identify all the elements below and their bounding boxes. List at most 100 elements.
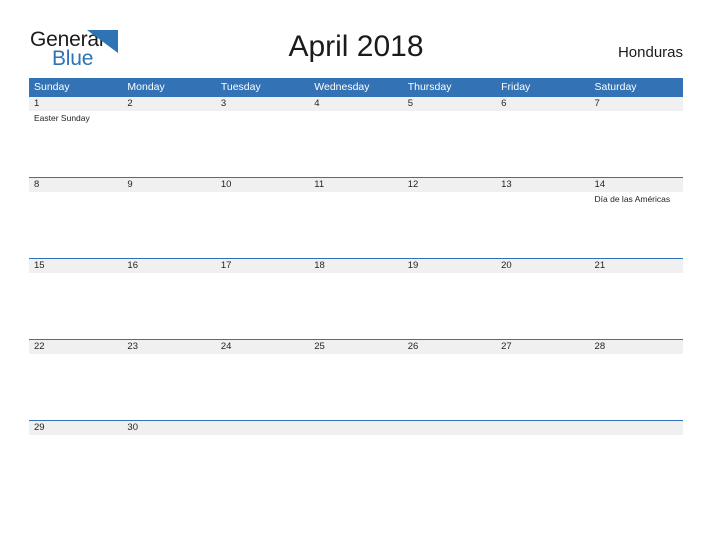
day-number[interactable]: 23 (122, 340, 215, 354)
day-events[interactable] (122, 192, 215, 258)
day-events[interactable] (29, 435, 122, 501)
day-events[interactable] (590, 354, 683, 420)
calendar-week-row: 1 2 3 4 5 6 7 Easter Sunday (29, 96, 683, 177)
day-number[interactable]: 16 (122, 259, 215, 273)
day-number[interactable]: 30 (122, 421, 215, 435)
day-number[interactable]: 14 (590, 178, 683, 192)
day-number[interactable]: 1 (29, 97, 122, 111)
week-event-band (29, 435, 683, 501)
calendar-page: General Blue April 2018 Honduras Sunday … (0, 0, 712, 550)
week-date-band: 29 30 (29, 421, 683, 435)
day-header-wednesday: Wednesday (314, 81, 370, 93)
day-events[interactable] (216, 435, 309, 501)
page-title: April 2018 (288, 30, 424, 63)
day-events[interactable] (216, 111, 309, 177)
day-events[interactable] (590, 273, 683, 339)
day-number[interactable]: 3 (216, 97, 309, 111)
day-events[interactable] (496, 273, 589, 339)
week-date-band: 8 9 10 11 12 13 14 (29, 178, 683, 192)
day-number[interactable]: 19 (403, 259, 496, 273)
day-number[interactable]: 5 (403, 97, 496, 111)
day-events[interactable] (309, 192, 402, 258)
day-events[interactable] (403, 354, 496, 420)
day-events[interactable] (29, 192, 122, 258)
day-events[interactable] (309, 273, 402, 339)
day-number[interactable]: 29 (29, 421, 122, 435)
day-number[interactable]: 9 (122, 178, 215, 192)
day-number[interactable]: 13 (496, 178, 589, 192)
day-header-tuesday: Tuesday (220, 81, 261, 93)
week-date-band: 22 23 24 25 26 27 28 (29, 340, 683, 354)
week-event-band: Easter Sunday (29, 111, 683, 177)
day-events[interactable] (122, 273, 215, 339)
day-number[interactable]: 12 (403, 178, 496, 192)
day-number[interactable]: 27 (496, 340, 589, 354)
country-label: Honduras (617, 44, 683, 61)
day-header-thursday: Thursday (407, 81, 452, 93)
day-number[interactable]: 17 (216, 259, 309, 273)
day-number[interactable]: 4 (309, 97, 402, 111)
day-events[interactable] (122, 435, 215, 501)
day-events[interactable] (590, 435, 683, 501)
page-header: General Blue April 2018 Honduras (0, 0, 712, 78)
day-events[interactable] (403, 435, 496, 501)
day-events[interactable] (29, 354, 122, 420)
week-date-band: 1 2 3 4 5 6 7 (29, 97, 683, 111)
day-number[interactable]: 11 (309, 178, 402, 192)
day-events[interactable] (403, 192, 496, 258)
calendar-week-row: 15 16 17 18 19 20 21 (29, 258, 683, 339)
day-number[interactable]: 28 (590, 340, 683, 354)
day-number[interactable] (309, 421, 402, 435)
day-number[interactable]: 25 (309, 340, 402, 354)
week-date-band: 15 16 17 18 19 20 21 (29, 259, 683, 273)
day-events[interactable]: Easter Sunday (29, 111, 122, 177)
day-events[interactable] (309, 435, 402, 501)
day-number[interactable]: 20 (496, 259, 589, 273)
day-number[interactable]: 6 (496, 97, 589, 111)
calendar-week-row: 8 9 10 11 12 13 14 Día de las Américas (29, 177, 683, 258)
day-events[interactable] (122, 111, 215, 177)
day-header-friday: Friday (501, 81, 531, 93)
calendar-week-row: 22 23 24 25 26 27 28 (29, 339, 683, 420)
day-of-week-header-row: Sunday Monday Tuesday Wednesday Thursday… (29, 78, 683, 96)
calendar-week-row: 29 30 (29, 420, 683, 501)
day-header-monday: Monday (127, 81, 165, 93)
day-events[interactable] (309, 354, 402, 420)
day-number[interactable]: 7 (590, 97, 683, 111)
day-events[interactable] (216, 273, 309, 339)
day-number[interactable]: 22 (29, 340, 122, 354)
day-number[interactable]: 8 (29, 178, 122, 192)
day-events[interactable] (496, 111, 589, 177)
day-number[interactable]: 10 (216, 178, 309, 192)
day-number[interactable]: 24 (216, 340, 309, 354)
day-number[interactable]: 26 (403, 340, 496, 354)
day-events[interactable] (122, 354, 215, 420)
day-events[interactable] (309, 111, 402, 177)
calendar-grid: Sunday Monday Tuesday Wednesday Thursday… (29, 78, 683, 501)
event-label: Easter Sunday (34, 113, 90, 123)
day-events[interactable] (29, 273, 122, 339)
day-events[interactable] (403, 111, 496, 177)
day-number[interactable]: 15 (29, 259, 122, 273)
event-label: Día de las Américas (594, 194, 671, 204)
day-events[interactable] (216, 354, 309, 420)
day-events[interactable] (590, 111, 683, 177)
day-number[interactable] (496, 421, 589, 435)
week-event-band: Día de las Américas (29, 192, 683, 258)
day-number[interactable] (403, 421, 496, 435)
day-events[interactable] (216, 192, 309, 258)
day-number[interactable] (590, 421, 683, 435)
day-header-sunday: Sunday (34, 81, 70, 93)
day-number[interactable] (216, 421, 309, 435)
week-event-band (29, 273, 683, 339)
day-number[interactable]: 21 (590, 259, 683, 273)
day-events[interactable] (403, 273, 496, 339)
day-number[interactable]: 2 (122, 97, 215, 111)
day-events[interactable] (496, 435, 589, 501)
day-number[interactable]: 18 (309, 259, 402, 273)
day-header-saturday: Saturday (594, 81, 637, 93)
day-events[interactable]: Día de las Américas (590, 192, 683, 258)
day-events[interactable] (496, 192, 589, 258)
day-events[interactable] (496, 354, 589, 420)
week-event-band (29, 354, 683, 420)
